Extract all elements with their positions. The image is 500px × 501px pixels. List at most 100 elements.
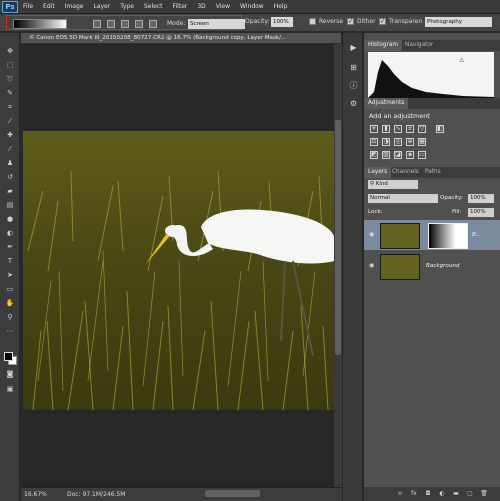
reverse-label: Reverse bbox=[319, 18, 344, 25]
trash-icon[interactable]: 🗑 bbox=[480, 490, 488, 498]
adjustment-layer-icon[interactable]: ◐ bbox=[438, 490, 446, 498]
menu-view[interactable]: View bbox=[211, 3, 235, 10]
exposure-icon[interactable]: ± bbox=[406, 125, 414, 133]
hue-saturation-icon[interactable]: ◧ bbox=[436, 125, 444, 133]
color-lookup-icon[interactable]: ▦ bbox=[418, 138, 426, 146]
new-layer-icon[interactable]: ▢ bbox=[466, 490, 474, 498]
photo-filter-icon[interactable]: ◎ bbox=[394, 138, 402, 146]
vertical-scroll-thumb[interactable] bbox=[335, 120, 341, 355]
menu-type[interactable]: Type bbox=[115, 3, 139, 10]
hand-tool-icon[interactable]: ✋ bbox=[5, 299, 15, 308]
layer-row-background-copy[interactable]: ◉ B... bbox=[364, 220, 500, 250]
reflected-gradient-icon[interactable] bbox=[135, 20, 143, 28]
eraser-tool-icon[interactable]: ▰ bbox=[5, 187, 15, 196]
angle-gradient-icon[interactable] bbox=[121, 20, 129, 28]
document-image[interactable] bbox=[23, 131, 335, 410]
foreground-color-swatch[interactable] bbox=[4, 352, 13, 361]
menu-select[interactable]: Select bbox=[139, 3, 168, 10]
layer-name[interactable]: B... bbox=[472, 232, 481, 238]
info-icon[interactable]: ⓘ bbox=[348, 81, 359, 91]
vibrance-icon[interactable]: ▽ bbox=[418, 125, 426, 133]
move-tool-icon[interactable]: ✥ bbox=[5, 47, 15, 56]
collapse-panels-icon[interactable]: ▶ bbox=[348, 43, 359, 53]
menu-3d[interactable]: 3D bbox=[192, 3, 210, 10]
blend-mode-select[interactable]: Normal bbox=[368, 194, 438, 203]
actions-icon[interactable]: ⚙ bbox=[348, 99, 359, 109]
quick-mask-icon[interactable]: ◙ bbox=[5, 370, 15, 379]
brightness-icon[interactable]: ☀ bbox=[370, 125, 378, 133]
menu-image[interactable]: Image bbox=[60, 3, 89, 10]
shape-tool-icon[interactable]: ▭ bbox=[5, 285, 15, 294]
radial-gradient-icon[interactable] bbox=[107, 20, 115, 28]
menu-layer[interactable]: Layer bbox=[88, 3, 115, 10]
fill-input[interactable]: 100% bbox=[468, 208, 494, 217]
add-mask-icon[interactable]: ◘ bbox=[424, 490, 432, 498]
gradient-tool-icon[interactable]: ▤ bbox=[5, 201, 15, 210]
crop-tool-icon[interactable]: ⌗ bbox=[5, 103, 15, 112]
channel-mixer-icon[interactable]: ⊕ bbox=[406, 138, 414, 146]
type-tool-icon[interactable]: T bbox=[5, 257, 15, 266]
fx-icon[interactable]: fx bbox=[410, 490, 418, 498]
quick-select-tool-icon[interactable]: ✎ bbox=[5, 89, 15, 98]
zoom-level[interactable]: 16.67% bbox=[24, 491, 47, 498]
mode-select[interactable]: Screen bbox=[188, 19, 245, 29]
menu-help[interactable]: Help bbox=[269, 3, 293, 10]
dodge-tool-icon[interactable]: ◐ bbox=[5, 229, 15, 238]
lasso-tool-icon[interactable]: ➰ bbox=[5, 75, 15, 84]
pen-tool-icon[interactable]: ✒ bbox=[5, 243, 15, 252]
selective-color-icon[interactable]: ◈ bbox=[406, 151, 414, 159]
gradient-map-icon[interactable]: ▭ bbox=[418, 151, 426, 159]
tab-paths[interactable]: Paths bbox=[421, 167, 445, 178]
layer-kind-filter[interactable]: ⚲ Kind bbox=[368, 180, 418, 189]
horizontal-scroll-thumb[interactable] bbox=[205, 490, 260, 497]
marquee-tool-icon[interactable]: ⬚ bbox=[5, 61, 15, 70]
egret-photo bbox=[23, 131, 335, 410]
document-tab[interactable]: © Canon EOS 5D Mark III_20150208_80727.C… bbox=[21, 33, 341, 44]
menu-window[interactable]: Window bbox=[235, 3, 269, 10]
clone-stamp-tool-icon[interactable]: ♟ bbox=[5, 159, 15, 168]
new-group-icon[interactable]: ▬ bbox=[452, 490, 460, 498]
layer-opacity-input[interactable]: 100% bbox=[468, 194, 494, 203]
dither-checkbox[interactable]: ✓ bbox=[347, 18, 354, 25]
gradient-picker[interactable] bbox=[13, 19, 67, 29]
history-brush-tool-icon[interactable]: ↺ bbox=[5, 173, 15, 182]
photoshop-logo: Ps bbox=[2, 0, 18, 13]
brush-tool-icon[interactable]: ⁄ bbox=[5, 145, 15, 154]
eyedropper-tool-icon[interactable]: ⁄ bbox=[5, 117, 15, 126]
diamond-gradient-icon[interactable] bbox=[149, 20, 157, 28]
layer-mask-thumbnail[interactable] bbox=[428, 223, 468, 249]
menu-file[interactable]: File bbox=[18, 3, 38, 10]
curves-icon[interactable]: ∿ bbox=[394, 125, 402, 133]
screen-mode-icon[interactable]: ▣ bbox=[5, 385, 15, 394]
tab-adjustments[interactable]: Adjustments bbox=[364, 98, 409, 109]
healing-brush-tool-icon[interactable]: ✚ bbox=[5, 131, 15, 140]
tab-navigator[interactable]: Navigator bbox=[401, 40, 437, 51]
color-balance-icon[interactable]: ⚖ bbox=[370, 138, 378, 146]
transparency-checkbox[interactable]: ✓ bbox=[379, 18, 386, 25]
visibility-eye-icon[interactable]: ◉ bbox=[369, 262, 374, 269]
lock-label: Lock: bbox=[368, 209, 383, 215]
threshold-icon[interactable]: ◪ bbox=[394, 151, 402, 159]
layer-name[interactable]: Background bbox=[426, 263, 460, 269]
tab-histogram[interactable]: Histogram bbox=[364, 40, 403, 51]
menu-filter[interactable]: Filter bbox=[168, 3, 193, 10]
visibility-eye-icon[interactable]: ◉ bbox=[369, 231, 374, 238]
invert-icon[interactable]: ◩ bbox=[370, 151, 378, 159]
layer-row-background[interactable]: ◉ Background bbox=[364, 251, 500, 281]
path-selection-tool-icon[interactable]: ➤ bbox=[5, 271, 15, 280]
opacity-input[interactable]: 100% bbox=[271, 17, 293, 27]
histogram-warning-icon[interactable]: ⚠ bbox=[459, 57, 465, 64]
tab-channels[interactable]: Channels bbox=[388, 167, 423, 178]
workspace-select[interactable]: Photography bbox=[425, 17, 492, 27]
linear-gradient-icon[interactable] bbox=[93, 20, 101, 28]
extra-tools-icon[interactable]: ⋯ bbox=[5, 327, 15, 336]
zoom-tool-icon[interactable]: ⚲ bbox=[5, 313, 15, 322]
menu-edit[interactable]: Edit bbox=[38, 3, 60, 10]
reverse-checkbox[interactable] bbox=[309, 18, 316, 25]
link-layers-icon[interactable]: ∞ bbox=[396, 490, 404, 498]
posterize-icon[interactable]: ▨ bbox=[382, 151, 390, 159]
black-white-icon[interactable]: ◑ bbox=[382, 138, 390, 146]
blur-tool-icon[interactable]: ● bbox=[5, 215, 15, 224]
history-icon[interactable]: ⊞ bbox=[348, 63, 359, 73]
levels-icon[interactable]: ▮ bbox=[382, 125, 390, 133]
